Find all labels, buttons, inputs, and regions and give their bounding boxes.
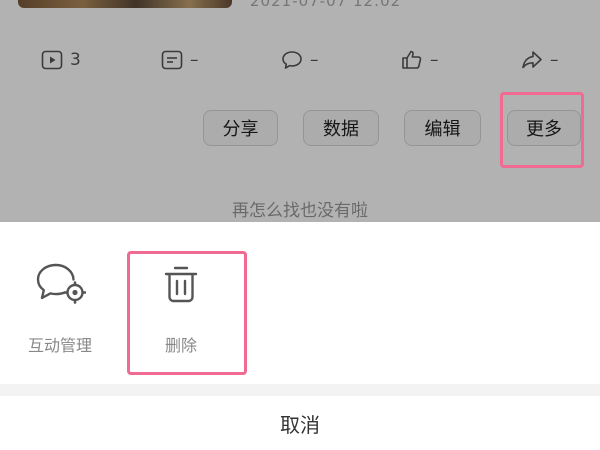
action-sheet: 互动管理 删除 取消 [0, 222, 600, 450]
comment-settings-icon [36, 263, 86, 304]
sheet-divider [0, 384, 600, 396]
delete-action-highlight [127, 251, 247, 375]
interaction-management-label: 互动管理 [27, 336, 92, 355]
cancel-button[interactable]: 取消 [0, 396, 600, 450]
interaction-management-action[interactable]: 互动管理 [10, 252, 110, 362]
more-button-highlight [500, 92, 584, 168]
